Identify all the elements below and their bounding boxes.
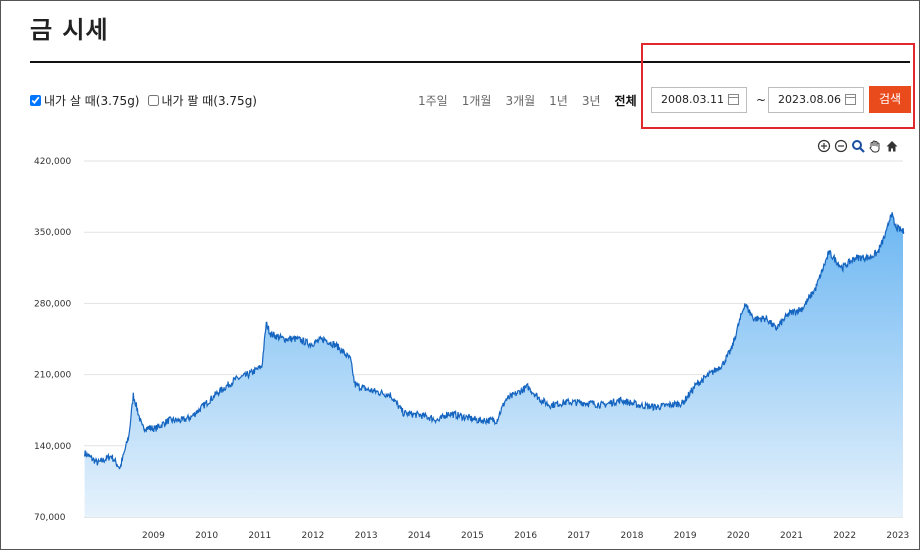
price-area [84, 212, 904, 518]
x-tick-label: 2015 [461, 531, 484, 541]
y-tick-label: 140,000 [34, 442, 71, 452]
x-tick-label: 2016 [514, 531, 537, 541]
x-tick-label: 2023 [886, 531, 909, 541]
y-tick-label: 420,000 [34, 157, 71, 167]
x-tick-label: 2020 [727, 531, 750, 541]
x-tick-label: 2010 [195, 531, 218, 541]
y-tick-label: 280,000 [34, 299, 71, 309]
x-tick-label: 2022 [833, 531, 856, 541]
y-tick-label: 70,000 [34, 513, 66, 523]
x-tick-label: 2011 [248, 531, 271, 541]
x-tick-label: 2013 [355, 531, 378, 541]
x-tick-label: 2012 [302, 531, 325, 541]
x-tick-label: 2014 [408, 531, 431, 541]
y-tick-label: 350,000 [34, 228, 71, 238]
x-tick-label: 2017 [567, 531, 590, 541]
gold-price-chart: 70,000 140,000 210,000 280,000 350,000 420,00… [34, 157, 909, 541]
y-tick-label: 210,000 [34, 371, 71, 381]
x-tick-label: 2019 [674, 531, 697, 541]
x-tick-label: 2021 [780, 531, 803, 541]
x-tick-label: 2009 [142, 531, 165, 541]
x-tick-label: 2018 [621, 531, 644, 541]
